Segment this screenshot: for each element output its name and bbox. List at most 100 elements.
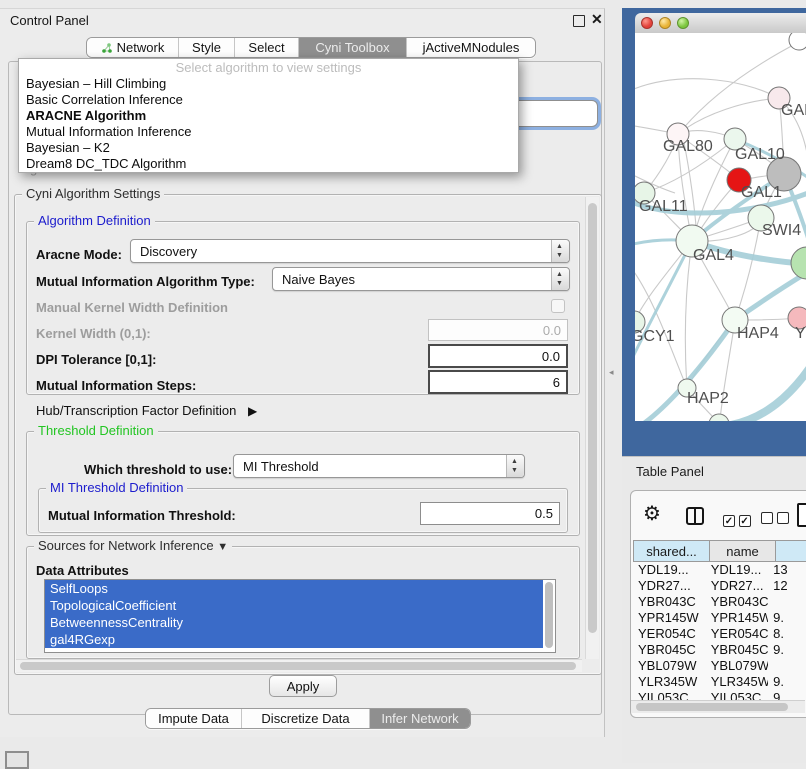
table-row[interactable]: YLR345WYLR345W9. (633, 674, 806, 690)
table-row[interactable]: YER054CYER054C8. (633, 626, 806, 642)
cell-value[interactable]: 12 (768, 578, 806, 594)
tab-select[interactable]: Select (235, 38, 299, 57)
dpi-tolerance-input[interactable] (428, 344, 568, 368)
cell-shared[interactable]: YER054C (633, 626, 706, 642)
table-horizontal-scrollbar[interactable] (631, 700, 805, 713)
select-all-columns-button[interactable]: ✓ ✓ (723, 512, 751, 527)
algorithm-dropdown-popup: Select algorithm to view settings Bayesi… (18, 58, 519, 173)
cell-shared[interactable]: YBR043C (633, 594, 706, 610)
which-threshold-select[interactable]: MI Threshold ▲▼ (233, 454, 525, 478)
cell-name[interactable]: YBR043C (706, 594, 768, 610)
table-row[interactable]: YBR045CYBR045C9. (633, 642, 806, 658)
table-row[interactable]: YBR043CYBR043C (633, 594, 806, 610)
tab-discretize-data[interactable]: Discretize Data (242, 709, 370, 728)
attribute-item-selected[interactable]: gal4RGexp (45, 631, 543, 648)
mi-steps-label: Mutual Information Steps: (36, 378, 196, 393)
table-header-row: shared... name (633, 540, 806, 562)
cell-value[interactable]: 9. (768, 642, 806, 658)
cell-shared[interactable]: YBL079W (633, 658, 706, 674)
algorithm-option-selected[interactable]: ARACNE Algorithm (19, 108, 518, 124)
cell-shared[interactable]: YDR27... (633, 578, 706, 594)
table-row[interactable]: YDR27...YDR27...12 (633, 578, 806, 594)
attribute-list-scrollbar-thumb[interactable] (545, 582, 553, 648)
tab-cyni-toolbox[interactable]: Cyni Toolbox (299, 38, 407, 57)
split-columns-icon[interactable] (686, 507, 704, 525)
network-canvas[interactable]: GAL GAL80 GAL10 GAL1 GAL11 SWI4 GAL4 GCY… (635, 33, 806, 421)
float-window-icon[interactable] (573, 15, 585, 27)
mi-steps-input[interactable] (428, 370, 568, 394)
attribute-list-scrollbar[interactable] (543, 580, 555, 652)
column-header-shared[interactable]: shared... (633, 540, 710, 562)
tab-infer-network[interactable]: Infer Network (370, 709, 470, 728)
cell-shared[interactable]: YLR345W (633, 674, 706, 690)
settings-horizontal-scrollbar-thumb[interactable] (20, 662, 576, 670)
control-panel-window: Control Panel ✕ Network Style Select Cyn… (0, 8, 605, 737)
table-row[interactable]: YDL19...YDL19...13 (633, 562, 806, 578)
attribute-item-selected[interactable]: SelfLoops (45, 580, 543, 597)
algorithm-placeholder: Select algorithm to view settings (19, 59, 518, 76)
cell-name[interactable]: YER054C (706, 626, 768, 642)
sources-group-toggle[interactable]: Sources for Network Inference ▼ (34, 538, 232, 553)
node-unlabeled[interactable] (709, 414, 729, 421)
cell-name[interactable]: YBR045C (706, 642, 768, 658)
settings-vertical-scrollbar-thumb[interactable] (588, 203, 597, 633)
settings-vertical-scrollbar[interactable] (585, 197, 599, 659)
deselect-all-columns-button[interactable] (761, 512, 789, 527)
node-green-right[interactable] (791, 247, 806, 279)
cell-value[interactable]: 8. (768, 626, 806, 642)
close-icon[interactable]: ✕ (591, 11, 603, 28)
cell-name[interactable]: YBL079W (706, 658, 768, 674)
tab-impute-data[interactable]: Impute Data (146, 709, 242, 728)
cell-value[interactable]: 13 (768, 562, 806, 578)
gear-icon[interactable]: ⚙ (643, 501, 661, 526)
tab-jactivemnodules[interactable]: jActiveMNodules (407, 38, 535, 57)
cell-value[interactable] (768, 658, 806, 674)
tab-style[interactable]: Style (179, 38, 235, 57)
attribute-item-selected[interactable]: TopologicalCoefficient (45, 597, 543, 614)
window-zoom-traffic-icon[interactable] (677, 17, 689, 29)
cell-value[interactable]: 9. (768, 610, 806, 626)
aracne-mode-value: Discovery (140, 244, 197, 259)
manual-kernel-checkbox[interactable] (551, 299, 565, 313)
algorithm-option[interactable]: Bayesian – K2 (19, 140, 518, 156)
window-close-traffic-icon[interactable] (641, 17, 653, 29)
cell-name[interactable]: YLR345W (706, 674, 768, 690)
document-icon[interactable] (797, 503, 806, 527)
table-row[interactable]: YBL079WYBL079W (633, 658, 806, 674)
algorithm-option[interactable]: Bayesian – Hill Climbing (19, 76, 518, 92)
panel-title: Control Panel (10, 13, 89, 28)
cell-shared[interactable]: YDL19... (633, 562, 706, 578)
apply-button[interactable]: Apply (269, 675, 337, 697)
cell-name[interactable]: YPR145W (706, 610, 768, 626)
panel-splitter-handle[interactable]: ◂ (609, 367, 618, 378)
algorithm-option[interactable]: Mutual Information Inference (19, 124, 518, 140)
settings-horizontal-scrollbar[interactable] (16, 659, 582, 672)
table-row[interactable]: YPR145WYPR145W9. (633, 610, 806, 626)
network-window-titlebar[interactable] (635, 13, 806, 34)
cell-value[interactable] (768, 594, 806, 610)
algorithm-combobox-partial[interactable] (508, 100, 598, 127)
table-horizontal-scrollbar-thumb[interactable] (636, 703, 788, 711)
column-header-name[interactable]: name (710, 540, 776, 562)
checkbox-unchecked-icon (777, 512, 789, 524)
hub-definition-toggle[interactable]: Hub/Transcription Factor Definition ▶ (36, 403, 257, 418)
cell-name[interactable]: YDR27... (706, 578, 768, 594)
mi-type-select[interactable]: Naive Bayes ▲▼ (272, 267, 570, 291)
kernel-width-input[interactable] (428, 319, 568, 341)
cell-shared[interactable]: YPR145W (633, 610, 706, 626)
tab-network[interactable]: Network (87, 38, 179, 57)
cell-name[interactable]: YDL19... (706, 562, 768, 578)
algorithm-option[interactable]: Dream8 DC_TDC Algorithm (19, 156, 518, 172)
column-header-partial[interactable] (776, 540, 806, 562)
cell-shared[interactable]: YBR045C (633, 642, 706, 658)
network-icon (101, 42, 113, 54)
mi-threshold-input[interactable] (420, 502, 560, 525)
window-minimize-traffic-icon[interactable] (659, 17, 671, 29)
aracne-mode-select[interactable]: Discovery ▲▼ (130, 239, 570, 263)
node-label: GAL4 (693, 247, 734, 264)
cell-value[interactable]: 9. (768, 674, 806, 690)
algorithm-option[interactable]: Basic Correlation Inference (19, 92, 518, 108)
attribute-item-selected[interactable]: BetweennessCentrality (45, 614, 543, 631)
minimized-panel-icon[interactable] (5, 751, 29, 769)
node-unlabeled[interactable] (789, 33, 806, 50)
